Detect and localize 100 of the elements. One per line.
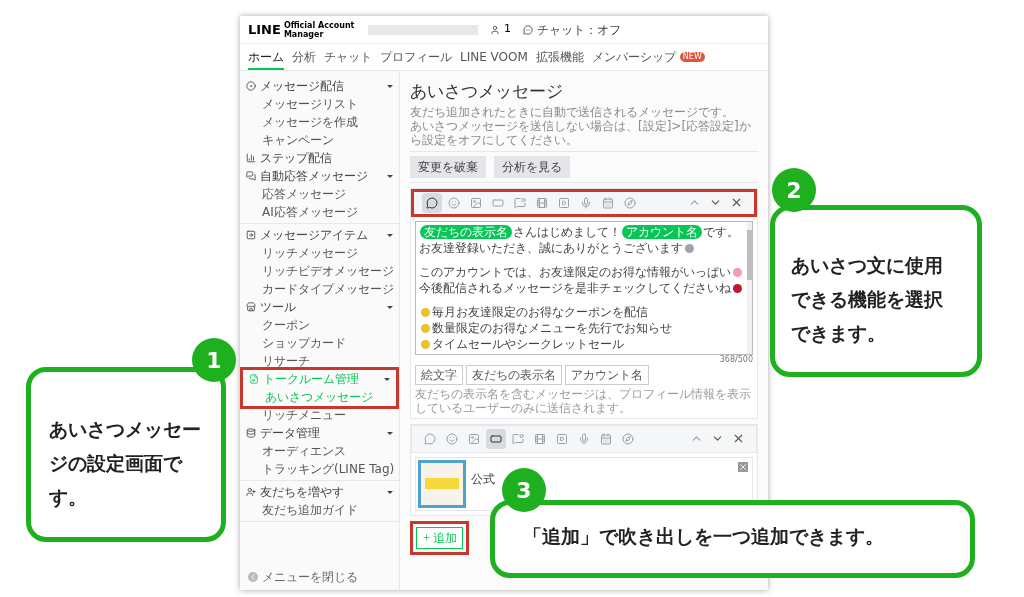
user-icon: [489, 24, 500, 35]
message-text: タイムセールやシークレットセール: [432, 336, 624, 351]
caret-icon: [387, 233, 393, 237]
variable-tag: 友だちの表示名: [420, 224, 512, 239]
compass-icon: [624, 196, 636, 209]
page-description: あいさつメッセージを送信しない場合は、[設定]>[応答設定]から設定をオフにしてください。: [410, 118, 752, 147]
caret-icon: [387, 305, 393, 309]
nav-tab[interactable]: 分析: [292, 45, 316, 70]
logo-subtitle: Official Account Manager: [283, 20, 356, 39]
sidebar-item[interactable]: リッチメニュー: [240, 406, 399, 424]
character-counter: 368/500: [718, 354, 753, 365]
speech-bubble-icon: [426, 196, 438, 209]
store-icon: [246, 302, 256, 312]
sidebar-item[interactable]: リサーチ: [240, 352, 399, 370]
step-number-badge: 2: [772, 168, 816, 212]
bar-chart-icon: [246, 153, 256, 163]
image-icon: [468, 432, 480, 445]
step-number-badge: 1: [192, 338, 236, 382]
sidebar-item[interactable]: オーディエンス: [240, 442, 399, 460]
speech-bubble-tool-button[interactable]: [422, 192, 442, 213]
target-icon: [246, 81, 256, 91]
sidebar-group[interactable]: ステップ配信: [240, 149, 399, 167]
message-text: 今後配信されるメッセージを是非チェックしてくださいね: [419, 280, 731, 295]
caret-icon: [387, 490, 393, 494]
action-button[interactable]: 分析を見る: [494, 155, 570, 178]
document-arrow-icon: [249, 374, 259, 384]
sidebar-item[interactable]: カードタイプメッセージ: [240, 280, 399, 298]
new-badge: NEW: [679, 51, 705, 62]
sidebar-group[interactable]: メッセージ配信: [240, 77, 399, 95]
play-icon: [558, 196, 570, 209]
sidebar-item[interactable]: メッセージリスト: [240, 95, 399, 113]
message-text: 数量限定のお得なメニューを先行でお知らせ: [432, 320, 672, 335]
caret-icon: [387, 174, 393, 178]
insert-button[interactable]: アカウント名: [565, 364, 649, 385]
play-icon: [556, 432, 568, 445]
chat-status: チャット：オフ: [536, 21, 621, 39]
message-textarea[interactable]: 友だちの表示名 さんはじめまして！ アカウント名 です。 お友達登録いただき、誠にありがとうございます このアカウントでは、お友達限定のお得な情報がいっぱい 今後配信されるメッセージを是非チェックしてくださいね 毎月お友達限定のお得なクーポンを配信 数量限定のお得なメニューを先行でお知らせ タイムセールやシークレットセール: [415, 220, 753, 355]
sidebar-group[interactable]: 自動応答メッセージ: [240, 167, 399, 185]
caret-icon: [384, 377, 390, 381]
close-icon[interactable]: [738, 461, 748, 472]
sidebar-item[interactable]: メッセージを作成: [240, 113, 399, 131]
friend-count: 1: [503, 21, 511, 38]
close-icon[interactable]: [730, 196, 743, 209]
microphone-icon: [580, 196, 592, 209]
message-text: です。: [703, 224, 739, 239]
callout-text: あいさつメッセージの設定画面です。: [49, 418, 201, 508]
rectangle-tool-button[interactable]: [486, 428, 506, 449]
close-icon[interactable]: [732, 432, 745, 445]
chat-icon: [514, 196, 526, 209]
sidebar-item[interactable]: ショップカード: [240, 334, 399, 352]
image-icon: [470, 196, 482, 209]
collapse-menu-link[interactable]: メニューを閉じる: [262, 568, 358, 586]
chat-icon: [512, 432, 524, 445]
nav-tab[interactable]: LINE VOOM: [460, 45, 528, 70]
hint-text: 友だちの表示名を含むメッセージは、プロフィール情報を表示しているユーザーのみに送信されます。: [415, 386, 752, 415]
smile-icon: [448, 196, 460, 209]
collapse-icon: [248, 572, 258, 582]
plus-icon: [422, 533, 431, 542]
coupon-image: [418, 459, 466, 508]
caret-icon: [387, 84, 393, 88]
caret-icon: [387, 431, 393, 435]
message-text: 毎月お友達限定のお得なクーポンを配信: [432, 304, 648, 319]
nav-tab[interactable]: プロフィール: [380, 45, 452, 70]
sidebar-group[interactable]: メッセージアイテム: [240, 226, 399, 244]
callout-text: あいさつ文に使用できる機能を選択できます。: [791, 254, 943, 344]
insert-button[interactable]: 絵文字: [415, 364, 463, 385]
microphone-icon: [578, 432, 590, 445]
sidebar-item[interactable]: リッチメッセージ: [240, 244, 399, 262]
sidebar-item[interactable]: 友だち追加ガイド: [240, 501, 399, 519]
sidebar-item[interactable]: AI応答メッセージ: [240, 203, 399, 221]
user-plus-icon: [246, 487, 256, 497]
nav-tab[interactable]: 拡張機能: [535, 45, 584, 70]
card-title: 公式: [471, 470, 495, 488]
message-text: お友達登録いただき、誠にありがとうございます: [419, 240, 683, 255]
rectangle-icon: [490, 432, 502, 445]
nav-tab[interactable]: メンバーシップ NEW: [591, 45, 705, 70]
scrollbar[interactable]: [747, 221, 752, 354]
compass-icon: [622, 432, 634, 445]
sidebar-item[interactable]: 応答メッセージ: [240, 185, 399, 203]
chat-icon: [522, 24, 533, 35]
database-icon: [246, 428, 256, 438]
calendar-icon: [600, 432, 612, 445]
sidebar-group[interactable]: データ管理: [240, 424, 399, 442]
film-icon: [536, 196, 548, 209]
insert-button[interactable]: 友だちの表示名: [466, 364, 562, 385]
sidebar-group[interactable]: ツール: [240, 298, 399, 316]
action-button[interactable]: 変更を破棄: [410, 155, 486, 178]
sidebar-group[interactable]: 友だちを増やす: [240, 483, 399, 501]
calendar-icon: [602, 196, 614, 209]
sidebar-item[interactable]: クーポン: [240, 316, 399, 334]
message-text: さんはじめまして！: [513, 224, 621, 239]
sidebar-item[interactable]: トラッキング(LINE Tag): [240, 460, 399, 478]
page-description: 友だち追加されたときに自動で送信されるメッセージです。: [410, 104, 735, 119]
smile-icon: [446, 432, 458, 445]
nav-tab[interactable]: チャット: [324, 45, 372, 70]
page-title: あいさつメッセージ: [410, 80, 564, 103]
callout-text: 「追加」で吹き出しを一つ追加できます。: [523, 525, 884, 547]
sidebar-item[interactable]: キャンペーン: [240, 131, 399, 149]
sidebar-item[interactable]: リッチビデオメッセージ: [240, 262, 399, 280]
chat-bubbles-icon: [246, 171, 256, 181]
